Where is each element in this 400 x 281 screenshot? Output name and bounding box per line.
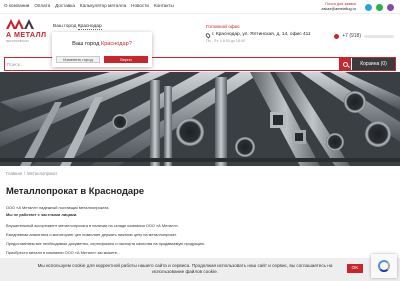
whatsapp-icon[interactable] bbox=[376, 4, 383, 11]
city-confirm-popup: Ваш город Краснодар? Изменить город Верн… bbox=[52, 32, 152, 67]
logo-mark-icon bbox=[6, 19, 34, 29]
phone-icon bbox=[334, 33, 340, 39]
confirm-city-button[interactable]: Верно bbox=[104, 56, 148, 63]
social-links bbox=[365, 4, 394, 11]
header-divider bbox=[0, 13, 400, 14]
logo-text: А МЕТАЛЛ bbox=[6, 30, 47, 39]
phone-block[interactable]: +7 (918) bbox=[310, 31, 394, 41]
breadcrumb-current: Металлопрокат bbox=[27, 171, 58, 176]
change-city-button[interactable]: Изменить город bbox=[56, 56, 100, 63]
order-email: Почта для заявок zakaz@ametallug.ru bbox=[321, 2, 356, 12]
popup-question-text: Ваш город bbox=[72, 41, 100, 47]
nav-link-about[interactable]: О компании bbox=[4, 3, 29, 11]
metal-products-image bbox=[0, 72, 400, 166]
cart-button[interactable]: Корзина (0) bbox=[352, 58, 395, 70]
intro-paragraph: ООО «А Металл» надежный поставщик металл… bbox=[6, 205, 110, 210]
site-logo[interactable]: А МЕТАЛЛ МЕТАЛЛОПРОКАТ bbox=[6, 19, 50, 43]
nav-link-news[interactable]: Новости bbox=[131, 3, 149, 11]
office-hours: Пн - Пт: с 8:00 до 18:00 bbox=[206, 39, 245, 43]
telegram-icon[interactable] bbox=[365, 4, 372, 11]
viber-icon[interactable] bbox=[387, 4, 394, 11]
breadcrumb-home[interactable]: Главная bbox=[6, 171, 22, 176]
phone-number[interactable]: +7 (918) bbox=[342, 33, 361, 39]
email-link[interactable]: zakaz@ametallug.ru bbox=[321, 7, 356, 12]
popup-question: Ваш город Краснодар? bbox=[52, 41, 152, 47]
search-button[interactable] bbox=[339, 58, 351, 70]
city-selector[interactable]: Ваш город Краснодар bbox=[53, 24, 102, 30]
notice-paragraph: Мы не работает с частными лицами. bbox=[6, 212, 78, 217]
top-nav: О компании Оплата Доставка Калькулятор м… bbox=[4, 3, 174, 11]
recaptcha-icon bbox=[378, 260, 390, 272]
nav-link-calculator[interactable]: Калькулятор металла bbox=[80, 3, 126, 11]
popup-question-city: Краснодар? bbox=[100, 41, 132, 47]
documents-paragraph: Предоставляем все необходимые документы,… bbox=[6, 241, 206, 246]
breadcrumb-separator: / bbox=[23, 171, 26, 176]
nav-link-payment[interactable]: Оплата bbox=[34, 3, 50, 11]
logo-tagline: МЕТАЛЛОПРОКАТ bbox=[6, 40, 29, 43]
nav-link-delivery[interactable]: Доставка bbox=[55, 3, 75, 11]
city-name[interactable]: Краснодар bbox=[77, 24, 102, 30]
assortment-paragraph: Внушительный ассортимент металлопроката … bbox=[6, 223, 179, 228]
cookie-text: Мы используем cookie для корректной рабо… bbox=[37, 263, 333, 274]
cookie-banner: Мы используем cookie для корректной рабо… bbox=[0, 258, 400, 281]
nav-link-contacts[interactable]: Контакты bbox=[154, 3, 174, 11]
head-office: Головной офис г. Краснодар, ул. Ялтинска… bbox=[204, 25, 311, 44]
phone-number-faded bbox=[364, 34, 394, 38]
city-prefix: Ваш город bbox=[53, 24, 77, 29]
page-title: Металлопрокат в Краснодаре bbox=[6, 185, 145, 196]
purchase-paragraph: Приобрести металл в компании ООО «А Мета… bbox=[6, 250, 121, 255]
pricing-paragraph: Ежедневная аналитика и мониторинг цен по… bbox=[6, 232, 177, 237]
search-icon bbox=[342, 61, 348, 67]
breadcrumb: Главная / Металлопрокат bbox=[6, 171, 57, 176]
cookie-ok-button[interactable]: OK bbox=[347, 264, 363, 273]
hero-banner bbox=[0, 72, 400, 166]
office-title: Головной офис bbox=[206, 25, 240, 30]
recaptcha-badge[interactable] bbox=[371, 254, 397, 278]
